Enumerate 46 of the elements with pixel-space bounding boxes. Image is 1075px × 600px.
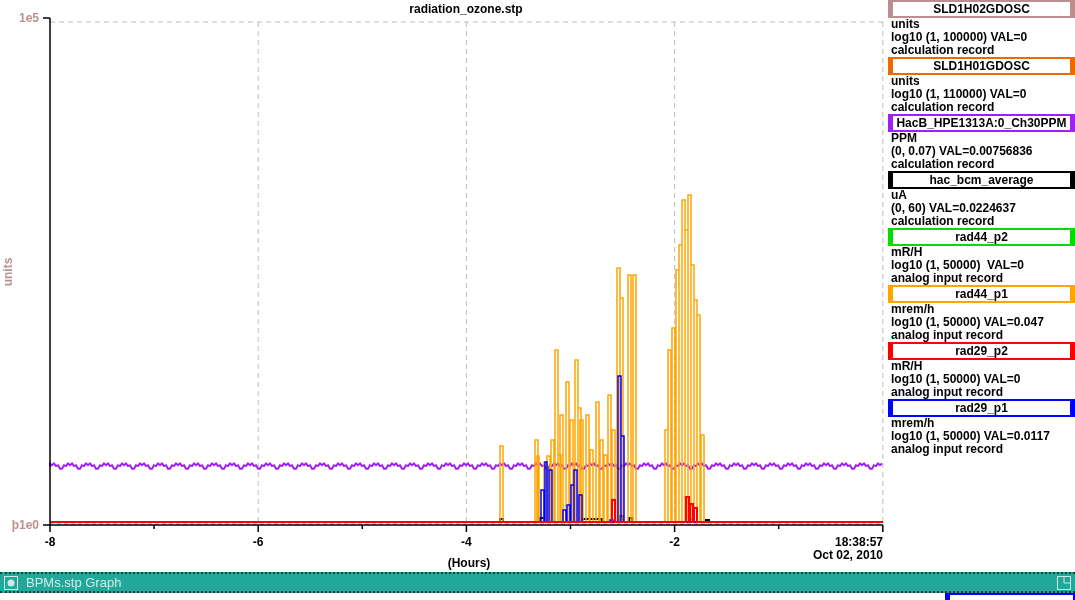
legend-header[interactable]: rad44_p2 [888, 228, 1075, 246]
legend-units: mrem/h [890, 417, 936, 430]
legend-header[interactable]: hac_bcm_average [888, 171, 1075, 189]
legend-header[interactable]: HacB_HPE1313A:0_Ch30PPM [888, 114, 1075, 132]
legend-range: log10 (1, 100000) VAL=0 [890, 31, 1029, 44]
legend-record: analog input record [890, 443, 1004, 456]
time-label: 18:38:57 [834, 535, 883, 549]
legend-record: calculation record [890, 158, 996, 171]
maximize-icon[interactable] [1057, 575, 1071, 590]
window-title: BPMs.stp Graph [26, 575, 122, 590]
x-tick-label: -8 [44, 535, 56, 549]
legend-range: log10 (1, 110000) VAL=0 [890, 88, 1028, 101]
legend-record: analog input record [890, 329, 1004, 342]
legend-units: mrem/h [890, 303, 936, 316]
legend-header[interactable]: SLD1H02GDOSC [888, 0, 1075, 18]
y-tick-label: þ1e0 [11, 518, 39, 532]
legend-units: units [890, 75, 921, 88]
legend-record: calculation record [890, 101, 996, 114]
legend-range: (0, 60) VAL=0.0224637 [890, 202, 1017, 215]
legend-header[interactable]: rad29_p2 [888, 342, 1075, 360]
legend-record: calculation record [890, 44, 996, 57]
legend-record: analog input record [890, 386, 1004, 399]
legend-units: uA [890, 189, 908, 202]
legend-header[interactable]: SLD1H01GDOSC [888, 57, 1075, 75]
legend-range: log10 (1, 50000) VAL=0 [890, 259, 1025, 272]
x-tick-label: -4 [461, 535, 472, 549]
legend-units: mR/H [890, 246, 924, 259]
legend-range: log10 (1, 50000) VAL=0.047 [890, 316, 1045, 329]
y-tick-label: 1e5 [18, 11, 39, 25]
legend-range: log10 (1, 50000) VAL=0.0117 [890, 430, 1051, 443]
window-menu-icon[interactable] [4, 575, 18, 590]
legend-units: units [890, 18, 921, 31]
legend-range: (0, 0.07) VAL=0.00756836 [890, 145, 1034, 158]
legend-header[interactable]: rad29_p1 [888, 399, 1075, 417]
date-label: Oct 02, 2010 [812, 548, 883, 562]
y-axis-label: units [1, 257, 15, 287]
legend-units: PPM [890, 132, 918, 145]
x-axis-label: (Hours) [447, 556, 491, 570]
x-tick-label: -6 [252, 535, 264, 549]
x-tick-label: -2 [669, 535, 680, 549]
legend-units: mR/H [890, 360, 924, 373]
chart-title: radiation_ozone.stp [409, 2, 523, 16]
legend-record: calculation record [890, 215, 996, 228]
legend-range: log10 (1, 50000) VAL=0 [890, 373, 1022, 386]
legend-record: analog input record [890, 272, 1004, 285]
legend-header[interactable]: rad44_p1 [888, 285, 1075, 303]
